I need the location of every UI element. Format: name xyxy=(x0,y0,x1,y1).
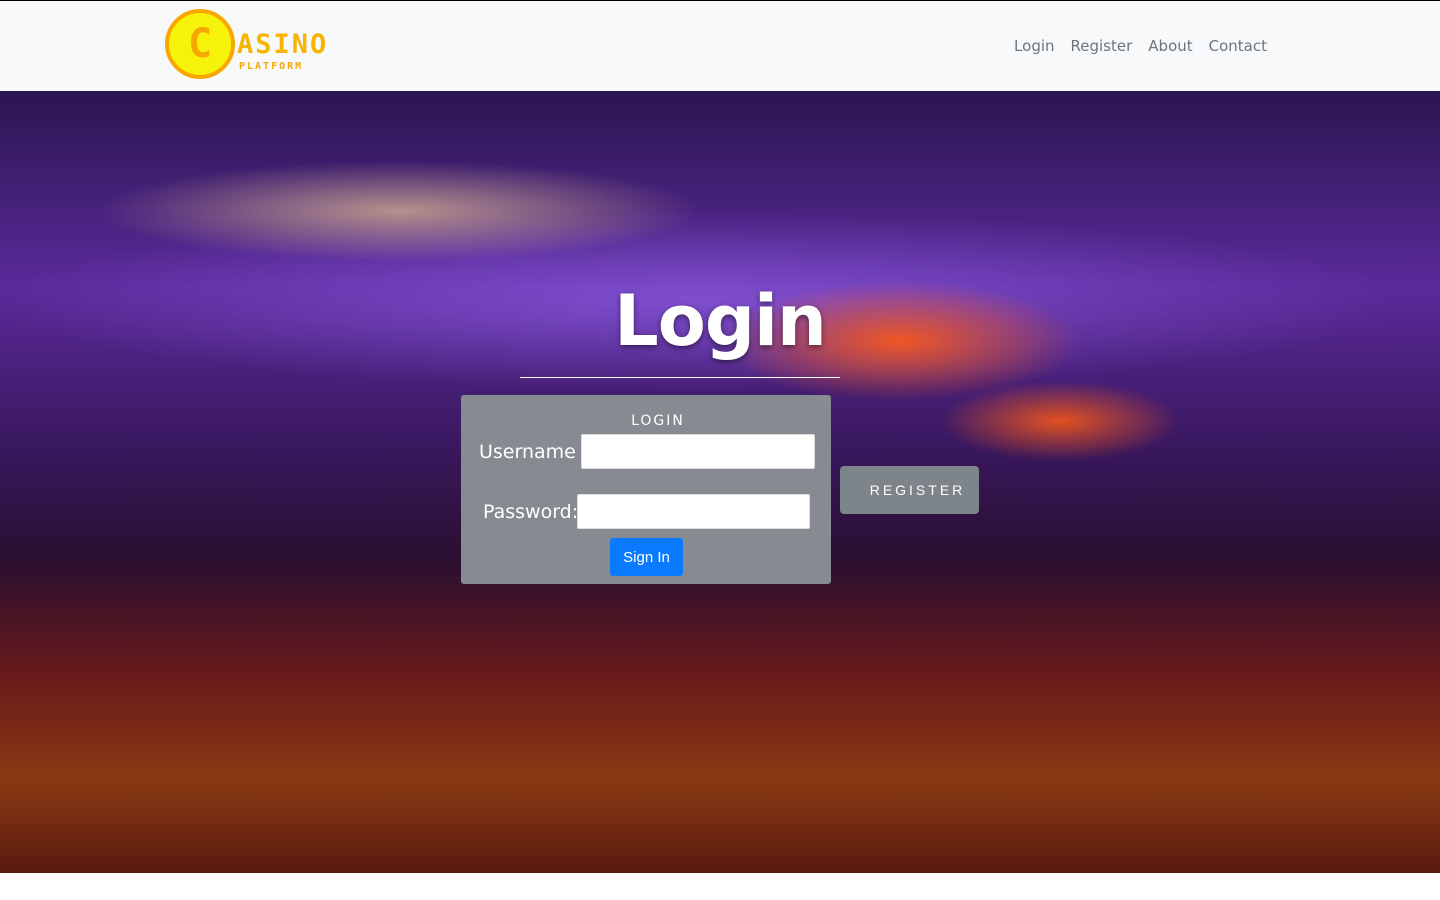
username-input[interactable] xyxy=(581,434,815,469)
logo[interactable]: C ASINO PLATFORM xyxy=(165,9,360,83)
login-heading: LOGIN xyxy=(631,413,685,429)
nav-menu: Login Register About Contact xyxy=(1014,37,1267,55)
password-input[interactable] xyxy=(577,494,810,529)
navbar: C ASINO PLATFORM Login Register About Co… xyxy=(0,1,1440,91)
coin-icon: C xyxy=(165,9,235,79)
username-label: Username : xyxy=(479,441,589,463)
register-button[interactable]: REGISTER xyxy=(840,466,979,514)
logo-tagline: PLATFORM xyxy=(239,61,304,72)
nav-register[interactable]: Register xyxy=(1071,37,1133,55)
nav-contact[interactable]: Contact xyxy=(1209,37,1267,55)
logo-wordmark: ASINO xyxy=(237,29,329,60)
nav-about[interactable]: About xyxy=(1148,37,1192,55)
title-divider xyxy=(520,377,840,378)
login-card: LOGIN Username : Password: Sign In xyxy=(461,395,831,584)
sign-in-button[interactable]: Sign In xyxy=(610,538,683,576)
page-title: Login xyxy=(614,280,827,362)
coin-glyph: C xyxy=(187,21,213,67)
password-label: Password: xyxy=(483,501,579,523)
nav-login[interactable]: Login xyxy=(1014,37,1054,55)
